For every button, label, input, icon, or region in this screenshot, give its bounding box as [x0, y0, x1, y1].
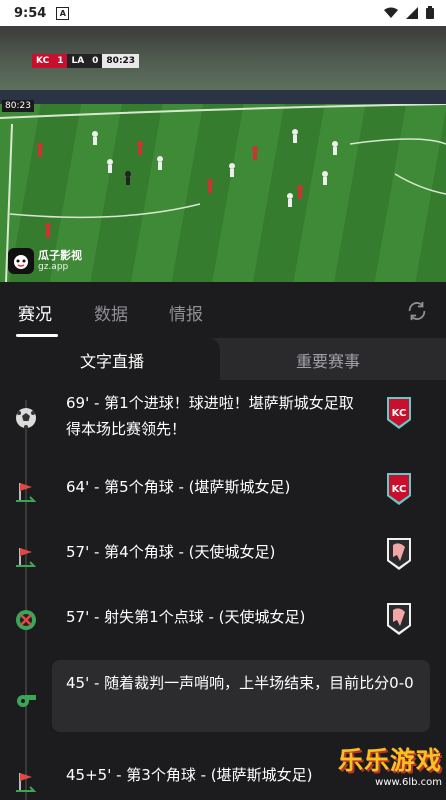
away-score: 0 [88, 54, 103, 68]
scoreboard: KC 1 LA 0 80:23 [32, 54, 140, 68]
signal-icon [406, 6, 418, 19]
site-watermark-name: 乐乐游戏 [337, 746, 442, 775]
battery-icon [426, 6, 434, 19]
tab-match-status[interactable]: 赛况 [18, 300, 52, 325]
match-clock: 80:23 [102, 54, 140, 68]
tab-stats[interactable]: 数据 [94, 300, 128, 325]
event-text: 69' - 第1个进球！球进啦！堪萨斯城女足取得本场比赛领先！ [66, 394, 354, 438]
angel-city-crest-icon [387, 603, 411, 635]
wifi-icon [384, 7, 398, 18]
event-text: 64' - 第5个角球 - (堪萨斯城女足) [66, 478, 291, 496]
kc-crest-icon: KC [387, 473, 411, 505]
ad-board [0, 90, 446, 104]
watermark-name: 瓜子影视 [38, 249, 82, 262]
home-team: KC [32, 54, 54, 68]
event-text: 45+5' - 第3个角球 - (堪萨斯城女足) [66, 766, 313, 784]
missed-penalty-icon [14, 608, 38, 632]
whistle-icon [14, 688, 38, 712]
melon-seed-logo-icon [8, 248, 34, 274]
secondary-clock: 80:23 [2, 100, 34, 112]
watermark-domain: gz.app [38, 262, 69, 272]
home-score: 1 [53, 54, 68, 68]
tab-intel[interactable]: 情报 [169, 300, 203, 325]
event-text: 57' - 第4个角球 - (天使城女足) [66, 543, 276, 561]
notification-a-icon: A [56, 6, 70, 20]
tab-active-indicator [16, 334, 58, 337]
sub-tabs: 文字直播 重要赛事 [0, 338, 446, 380]
site-watermark-url: www.6lb.com [375, 777, 442, 788]
svg-text:KC: KC [392, 408, 407, 419]
main-tabs: 赛况 数据 情报 [0, 284, 446, 338]
site-watermark: 乐乐游戏 www.6lb.com [338, 741, 442, 788]
corner-flag-icon [14, 480, 38, 504]
video-player[interactable]: KC 1 LA 0 80:23 80:23 瓜子影视 gz.app [0, 26, 446, 282]
event-timeline: 69' - 第1个进球！球进啦！堪萨斯城女足取得本场比赛领先！ KC 64' -… [0, 380, 446, 800]
away-team: LA [67, 54, 89, 68]
corner-flag-icon [14, 545, 38, 569]
subtab-key-events[interactable]: 重要赛事 [296, 348, 360, 372]
kc-crest-icon: KC [387, 397, 411, 429]
soccer-ball-icon [14, 406, 38, 430]
watermark: 瓜子影视 gz.app [8, 248, 82, 274]
event-text: 45' - 随着裁判一声哨响，上半场结束，目前比分0-0 [66, 674, 414, 692]
angel-city-crest-icon [387, 538, 411, 570]
status-bar: 9:54 A [0, 0, 446, 26]
refresh-icon[interactable] [406, 300, 428, 322]
svg-text:KC: KC [392, 484, 407, 495]
corner-flag-icon [14, 770, 38, 794]
event-text: 57' - 射失第1个点球 - (天使城女足) [66, 608, 306, 626]
timeline-line [25, 400, 27, 800]
status-time: 9:54 [14, 5, 47, 21]
subtab-live-text[interactable]: 文字直播 [80, 348, 144, 372]
